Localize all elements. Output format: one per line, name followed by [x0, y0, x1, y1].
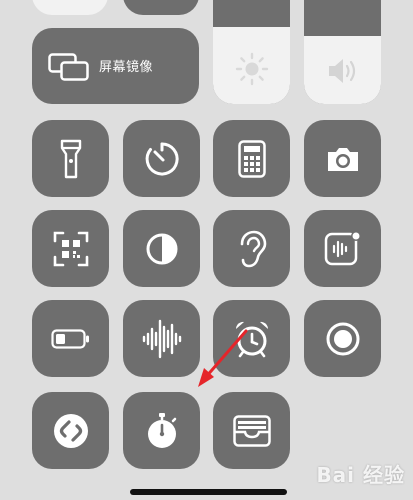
sun-icon — [235, 52, 268, 86]
screen-mirroring-label: 屏幕镜像 — [99, 60, 154, 75]
calculator-icon — [237, 139, 266, 178]
speaker-icon — [328, 59, 355, 83]
calculator-button[interactable] — [213, 120, 290, 197]
ear-icon — [240, 230, 266, 267]
camera-button[interactable] — [304, 120, 381, 197]
screen-mirroring-button[interactable]: 屏幕镜像 — [32, 28, 199, 104]
baidu-watermark: Bai 经验 — [316, 459, 405, 488]
timer-icon — [145, 141, 179, 175]
partial-tile-top-middle[interactable] — [123, 0, 199, 15]
wallet-icon — [232, 414, 271, 447]
dark-mode-icon — [146, 233, 177, 264]
stopwatch-button[interactable] — [123, 392, 200, 469]
code-scanner-button[interactable] — [32, 210, 109, 287]
voice-memo-icon — [324, 230, 361, 265]
timer-button[interactable] — [123, 120, 200, 197]
camera-icon — [327, 147, 358, 171]
stopwatch-icon — [147, 412, 176, 448]
hearing-button[interactable] — [213, 210, 290, 287]
sound-recognition-button[interactable] — [123, 300, 200, 377]
wallet-button[interactable] — [213, 392, 290, 469]
brightness-slider[interactable] — [213, 0, 290, 104]
qr-scanner-icon — [53, 231, 88, 266]
shazam-button[interactable] — [32, 392, 109, 469]
flashlight-icon — [60, 139, 81, 178]
screen-recording-button[interactable] — [304, 300, 381, 377]
dark-mode-button[interactable] — [123, 210, 200, 287]
flashlight-button[interactable] — [32, 120, 109, 197]
partial-tile-top-left[interactable] — [32, 0, 108, 15]
waveform-icon — [142, 319, 181, 358]
home-indicator[interactable] — [130, 489, 287, 495]
record-icon — [326, 322, 359, 355]
volume-slider[interactable] — [304, 0, 381, 104]
alarm-clock-icon — [235, 321, 268, 357]
low-power-mode-button[interactable] — [32, 300, 109, 377]
battery-icon — [50, 328, 89, 349]
voice-memo-button[interactable] — [304, 210, 381, 287]
watermark-text: Bai 经验 — [316, 463, 405, 487]
alarm-button[interactable] — [213, 300, 290, 377]
shazam-icon — [53, 413, 88, 448]
screen-mirroring-icon — [48, 53, 89, 81]
